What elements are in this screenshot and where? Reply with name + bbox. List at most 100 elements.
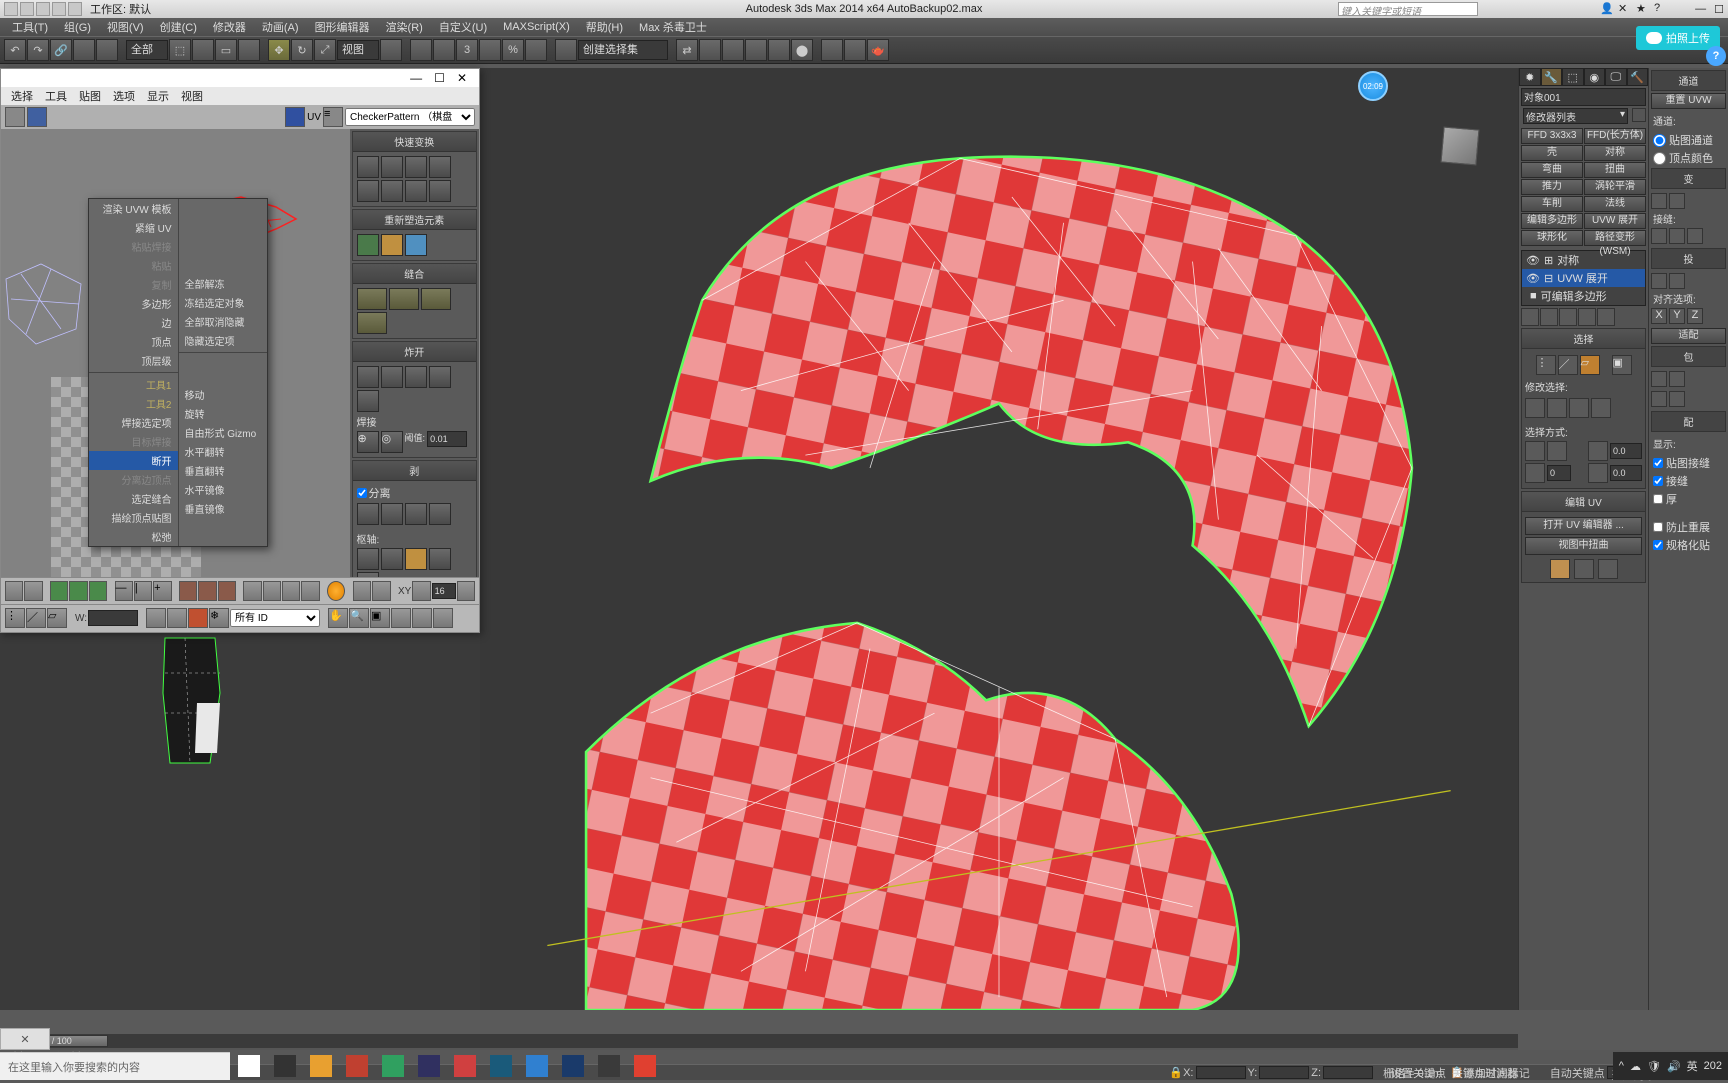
qat-icon[interactable] <box>4 2 18 16</box>
explode-btn[interactable] <box>357 390 379 412</box>
selmode-btn[interactable] <box>1525 463 1545 483</box>
mod-normal[interactable]: 法线 <box>1584 196 1646 212</box>
tray-icon[interactable]: 🔊 <box>1667 1060 1681 1073</box>
tb-edge[interactable] <box>526 1055 548 1077</box>
explode-btn[interactable] <box>429 366 451 388</box>
upload-button[interactable]: 拍照上传 <box>1636 26 1720 50</box>
ctx-top[interactable]: 顶层级 <box>89 351 178 370</box>
ctx-paste[interactable]: 粘贴 <box>89 256 178 275</box>
ctx-move[interactable]: 移动 <box>179 385 268 404</box>
search-input[interactable]: 键入关键字或短语 <box>1338 2 1478 16</box>
tb-app[interactable] <box>598 1055 620 1077</box>
uvb-vert[interactable]: ⋮ <box>5 608 25 628</box>
uv-grid-button[interactable] <box>285 107 305 127</box>
r-project-title[interactable]: 投 <box>1651 248 1726 269</box>
thick-check[interactable]: 厚 <box>1649 491 1728 507</box>
uvb-btn[interactable] <box>218 581 236 601</box>
pivot-btn[interactable] <box>357 572 379 577</box>
mod-ffd3[interactable]: FFD 3x3x3 <box>1521 128 1583 144</box>
wrap-btn[interactable] <box>1669 391 1685 407</box>
qt-btn[interactable] <box>381 180 403 202</box>
uvb-pan[interactable]: ✋ <box>328 608 348 628</box>
uvb-btn[interactable]: | <box>134 581 152 601</box>
rollout-explode[interactable]: 炸开 <box>353 342 476 362</box>
menu-tools[interactable]: 工具(T) <box>4 19 56 35</box>
menu-help[interactable]: 帮助(H) <box>578 19 631 35</box>
rollout-stitch[interactable]: 缝合 <box>353 264 476 284</box>
spinner-snap-button[interactable] <box>525 39 547 61</box>
reset-uvw-btn[interactable]: 重置 UVW <box>1651 93 1726 109</box>
seam-btn[interactable] <box>1669 228 1685 244</box>
tb-taskview[interactable] <box>274 1055 296 1077</box>
tray-icon[interactable]: ^ <box>1619 1060 1624 1072</box>
map-channel-radio[interactable]: 贴图通道 <box>1649 132 1728 148</box>
ctx-break[interactable]: 断开 <box>89 451 178 470</box>
distort-btn[interactable] <box>1598 559 1618 579</box>
mod-editpoly[interactable]: 编辑多边形 <box>1521 213 1583 229</box>
view-distort-button[interactable]: 视图中扭曲 <box>1525 537 1642 555</box>
sub-poly[interactable]: ▱ <box>1580 355 1600 375</box>
pivot-btn[interactable] <box>381 548 403 570</box>
bind-button[interactable] <box>96 39 118 61</box>
set-key-btn[interactable]: 设置关键点 <box>1391 1065 1446 1081</box>
uvb-btn[interactable] <box>69 581 87 601</box>
peel-btn[interactable] <box>405 503 427 525</box>
uvb-btn[interactable] <box>282 581 300 601</box>
uv-list-button[interactable]: ≡ <box>323 107 343 127</box>
uvb-soft-btn[interactable] <box>327 581 345 601</box>
pivot-button[interactable] <box>380 39 402 61</box>
rollout-quick-transform[interactable]: 快速变换 <box>353 132 476 152</box>
threshold-spinner[interactable] <box>427 431 467 447</box>
rollout-peel[interactable]: 剥 <box>353 461 476 481</box>
modsel-btn[interactable] <box>1591 398 1611 418</box>
curve-editor-button[interactable] <box>745 39 767 61</box>
menu-antivirus[interactable]: Max 杀毒卫士 <box>631 19 715 35</box>
tb-app[interactable] <box>346 1055 368 1077</box>
tb-folder[interactable] <box>310 1055 332 1077</box>
uv-menu-display[interactable]: 显示 <box>141 88 175 104</box>
checker-dropdown[interactable]: CheckerPattern （棋盘 <box>345 108 475 126</box>
menu-maxscript[interactable]: MAXScript(X) <box>495 21 578 33</box>
uvb-btn[interactable] <box>24 581 42 601</box>
menu-customize[interactable]: 自定义(U) <box>431 19 495 35</box>
mod-turbo[interactable]: 涡轮平滑 <box>1584 179 1646 195</box>
ctx-pack-uv[interactable]: 紧缩 UV <box>89 218 178 237</box>
unlink-button[interactable] <box>73 39 95 61</box>
uvb-btn[interactable] <box>391 608 411 628</box>
rollout-reshape[interactable]: 重新塑造元素 <box>353 210 476 230</box>
render-button[interactable]: 🫖 <box>867 39 889 61</box>
snap-button[interactable]: 3 <box>456 39 478 61</box>
menu-views[interactable]: 视图(V) <box>99 19 152 35</box>
open-uv-editor-button[interactable]: 打开 UV 编辑器 ... <box>1525 517 1642 535</box>
tb-app[interactable] <box>454 1055 476 1077</box>
sub-edge[interactable]: ／ <box>1558 355 1578 375</box>
manipulate-button[interactable] <box>410 39 432 61</box>
x-field[interactable] <box>1196 1066 1246 1079</box>
menu-render[interactable]: 渲染(R) <box>378 19 431 35</box>
pivot-btn[interactable] <box>429 548 451 570</box>
r-wrap-title[interactable]: 包 <box>1651 346 1726 367</box>
reshape-btn[interactable] <box>381 234 403 256</box>
explode-btn[interactable] <box>381 366 403 388</box>
uvb-zoom[interactable]: 🔍 <box>349 608 369 628</box>
uvb-btn[interactable]: + <box>153 581 171 601</box>
perspective-viewport[interactable]: 02:09 <box>480 68 1518 1010</box>
align-y[interactable]: Y <box>1669 308 1685 324</box>
ctx-mirror-v[interactable]: 垂直镜像 <box>179 499 268 518</box>
qt-btn[interactable] <box>357 156 379 178</box>
wrap-btn[interactable] <box>1651 371 1667 387</box>
selmode-btn[interactable] <box>1588 441 1608 461</box>
viewcube[interactable] <box>1440 126 1479 165</box>
seam-btn[interactable] <box>1651 228 1667 244</box>
sel-spinner1[interactable] <box>1610 443 1642 459</box>
uvb-btn[interactable] <box>179 581 197 601</box>
deform-btn[interactable] <box>1669 193 1685 209</box>
show-icon[interactable] <box>1540 308 1558 326</box>
select-button[interactable]: ⬚ <box>169 39 191 61</box>
uv-menu-select[interactable]: 选择 <box>5 88 39 104</box>
ctx-tool1[interactable]: 工具1 <box>89 375 178 394</box>
selection-filter[interactable]: 全部 <box>126 40 168 60</box>
peel-btn[interactable] <box>357 503 379 525</box>
wrap-btn[interactable] <box>1651 391 1667 407</box>
ctx-paint-vtx[interactable]: 描绘顶点贴图 <box>89 508 178 527</box>
